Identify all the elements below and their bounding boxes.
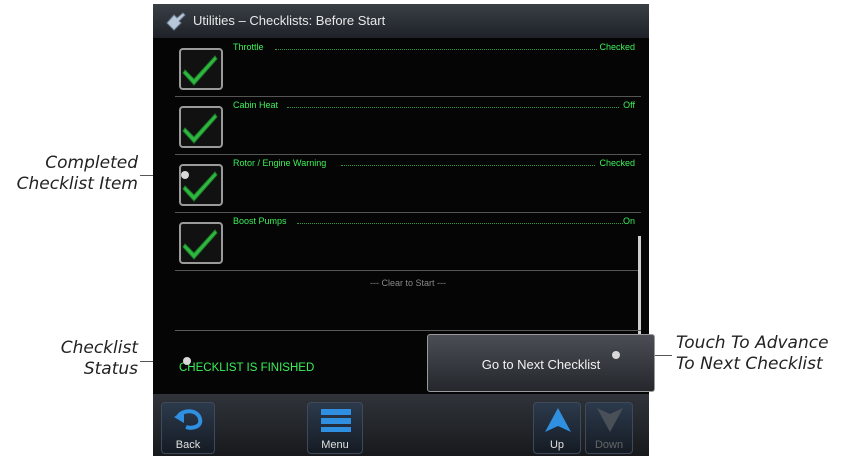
up-button[interactable]: Up: [533, 402, 581, 454]
go-to-next-checklist-button[interactable]: Go to Next Checklist: [427, 334, 655, 392]
up-arrow-icon: [545, 408, 571, 432]
down-label: Down: [594, 439, 624, 451]
leader-dots: [275, 49, 597, 50]
callout-dot-completed: [181, 171, 189, 179]
down-arrow-icon: [597, 408, 623, 432]
item-label: Rotor / Engine Warning: [233, 158, 327, 168]
up-label: Up: [549, 439, 565, 451]
device-screen: Utilities – Checklists: Before Start Thr…: [153, 4, 655, 456]
item-value: Checked: [599, 158, 635, 168]
leader-dots: [341, 165, 595, 166]
checkbox[interactable]: [179, 48, 223, 90]
checklist-item[interactable]: Cabin Heat Off: [175, 96, 641, 155]
callout-dot-status: [183, 357, 191, 365]
utilities-icon: [166, 12, 186, 31]
page-title: Utilities – Checklists: Before Start: [193, 13, 386, 28]
checklist-item[interactable]: Rotor / Engine Warning Checked: [175, 154, 641, 213]
checklist-list: Throttle Checked Cabin Heat Off Rotor / …: [175, 38, 641, 358]
back-arrow-icon: [174, 409, 203, 430]
callout-advance-line2: To Next Checklist: [676, 354, 823, 374]
back-label: Back: [175, 439, 201, 451]
back-button[interactable]: Back: [161, 402, 215, 454]
checkmark-icon: [182, 113, 218, 144]
callout-completed-item: Completed Checklist Item: [6, 153, 138, 195]
checkmark-icon: [182, 55, 218, 86]
softkey-bar: Back Menu Up Down: [153, 394, 649, 456]
down-button: Down: [585, 402, 633, 454]
menu-button[interactable]: Menu: [307, 402, 363, 454]
callout-checklist-status: Checklist Status: [6, 338, 138, 380]
menu-label: Menu: [321, 439, 349, 451]
title-bar: Utilities – Checklists: Before Start: [153, 4, 649, 38]
item-label: Cabin Heat: [233, 100, 279, 110]
item-value: Checked: [599, 42, 635, 52]
callout-dot-advance: [612, 351, 620, 359]
next-button-label: Go to Next Checklist: [481, 357, 601, 372]
checkmark-icon: [182, 229, 218, 260]
callout-advance: Touch To Advance To Next Checklist: [676, 333, 854, 375]
checklist-status: CHECKLIST IS FINISHED: [179, 362, 315, 374]
checklist-item[interactable]: Throttle Checked: [175, 38, 641, 97]
item-value: On: [622, 216, 635, 226]
item-label: Throttle: [233, 42, 264, 52]
clear-to-start-text: --- Clear to Start ---: [369, 278, 446, 288]
checkbox[interactable]: [179, 222, 223, 264]
callout-completed-line2: Checklist Item: [16, 174, 138, 194]
callout-completed-line1: Completed: [45, 153, 138, 173]
item-value: Off: [623, 100, 635, 110]
menu-icon: [321, 409, 351, 432]
leader-dots: [297, 223, 623, 224]
status-area: CHECKLIST IS FINISHED Go to Next Checkli…: [175, 330, 655, 393]
checklist-item[interactable]: Boost Pumps On: [175, 212, 641, 271]
callout-advance-line1: Touch To Advance: [676, 333, 829, 353]
callout-status-line2: Status: [83, 359, 138, 379]
checkbox[interactable]: [179, 106, 223, 148]
leader-dots: [287, 107, 619, 108]
callout-status-line1: Checklist: [60, 338, 138, 358]
item-label: Boost Pumps: [233, 216, 287, 226]
